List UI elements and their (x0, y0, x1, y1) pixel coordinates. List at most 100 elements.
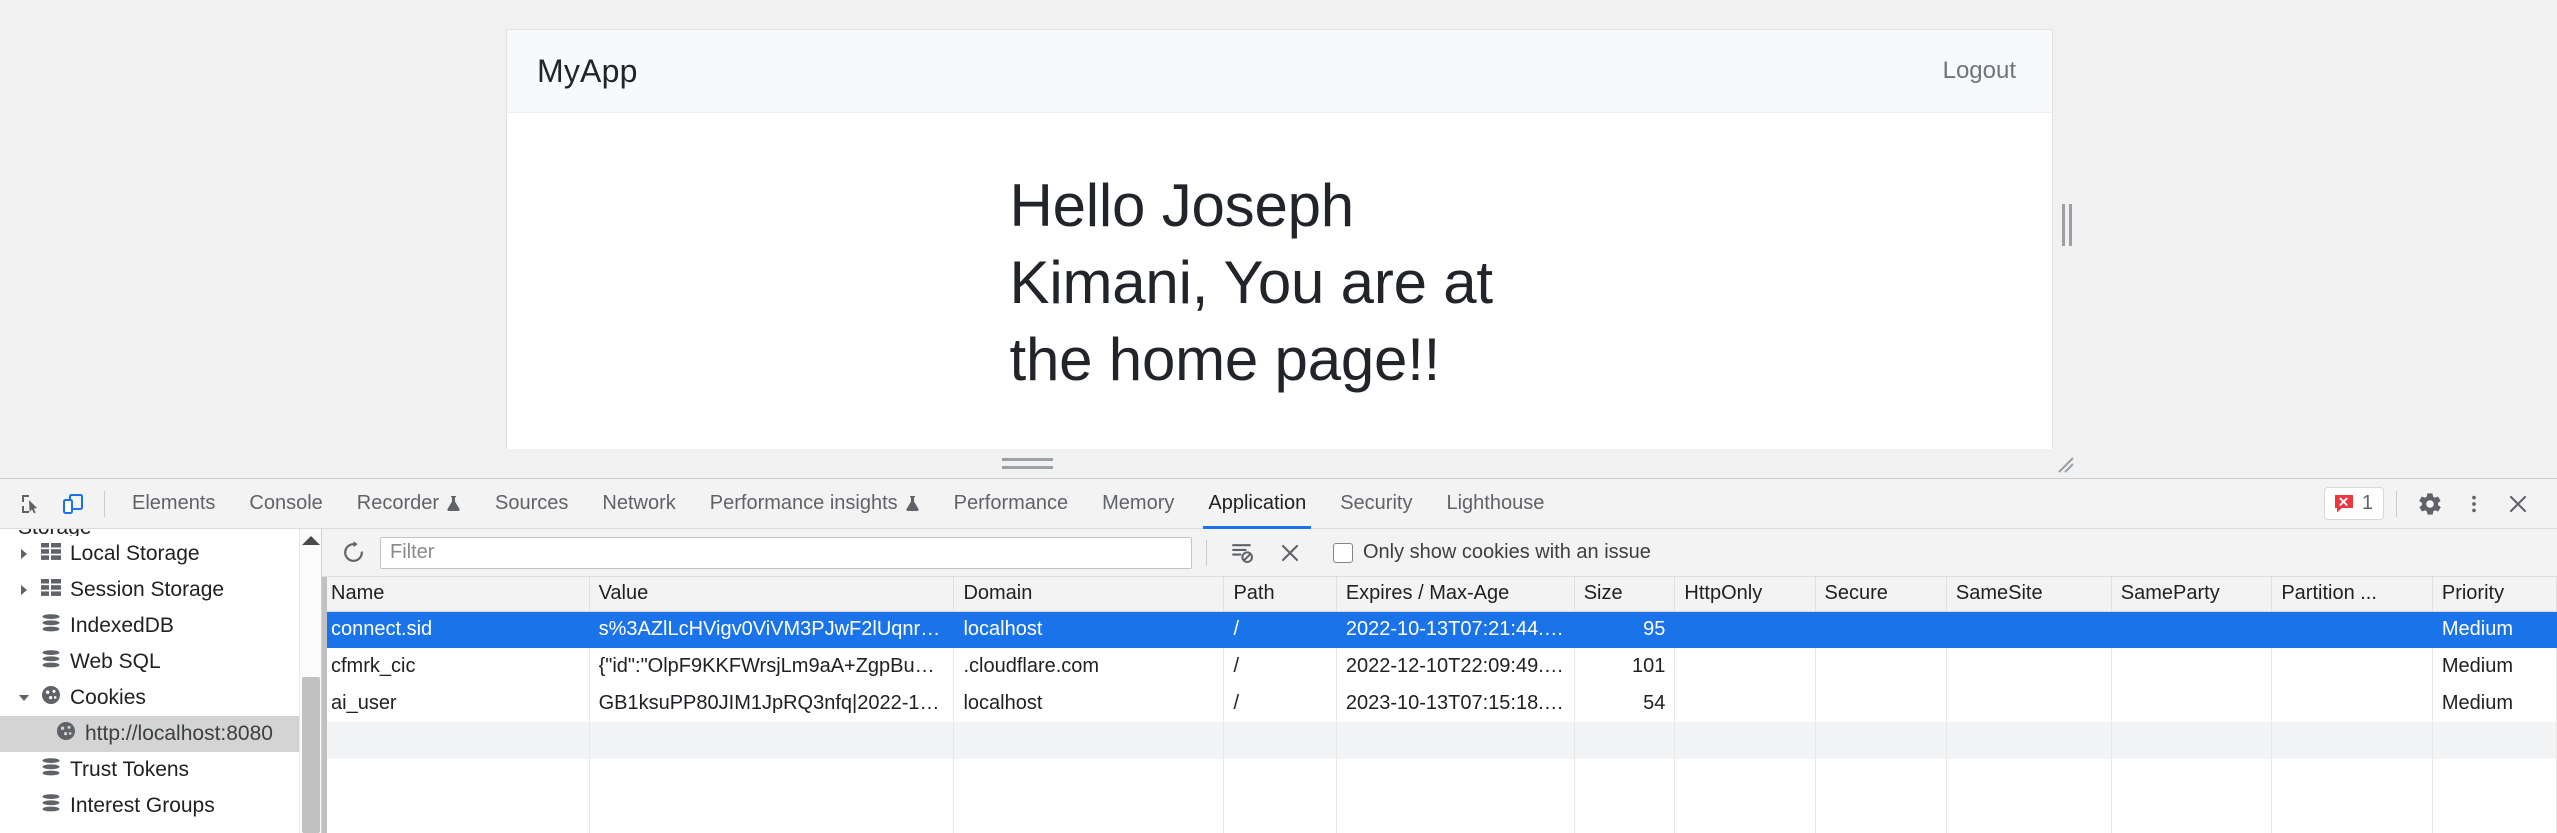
settings-button[interactable] (2409, 484, 2451, 524)
cookies-toolbar: Only show cookies with an issue (322, 529, 2557, 577)
cell-partition (2271, 611, 2433, 648)
tab-security[interactable]: Security (1323, 479, 1429, 529)
column-header-domain[interactable]: Domain (953, 577, 1225, 612)
column-header-size[interactable]: Size (1574, 577, 1676, 612)
device-toolbar-toggle-button[interactable] (52, 484, 94, 524)
cell-partition (2271, 685, 2433, 722)
sidebar-item-cookie-origin[interactable]: http://localhost:8080 (0, 716, 321, 752)
error-count-badge[interactable]: 1 (2323, 487, 2384, 520)
device-toolbar-icon (63, 493, 83, 514)
inspect-element-button[interactable] (10, 484, 52, 524)
column-header-secure[interactable]: Secure (1815, 577, 1947, 612)
cell-value: {"id":"OlpF9KKFWrsjLm9aA+ZgpBucigz2... (589, 648, 955, 685)
page-heading: Hello Joseph Kimani, You are at the home… (1009, 172, 1494, 393)
database-icon (41, 650, 61, 674)
toolbar-divider (104, 490, 105, 517)
column-header-samesite[interactable]: SameSite (1946, 577, 2112, 612)
column-header-path[interactable]: Path (1223, 577, 1337, 612)
tab-label: Memory (1102, 492, 1175, 514)
column-header-httponly[interactable]: HttpOnly (1674, 577, 1816, 612)
cell-secure (1815, 648, 1947, 685)
chevron-right-icon[interactable] (16, 582, 32, 598)
only-issues-checkbox-row[interactable]: Only show cookies with an issue (1333, 541, 1651, 564)
tab-performance[interactable]: Performance (937, 479, 1086, 529)
toolbar-divider (1206, 539, 1207, 566)
tab-network[interactable]: Network (585, 479, 692, 529)
cell-domain: localhost (953, 685, 1225, 722)
cell-samesite (1946, 611, 2112, 648)
tab-application[interactable]: Application (1191, 479, 1323, 529)
chevron-down-icon[interactable] (16, 690, 32, 706)
tab-label: Lighthouse (1446, 492, 1545, 514)
sidebar-item-web-sql[interactable]: Web SQL (0, 644, 321, 680)
sidebar-item-local-storage[interactable]: Local Storage (0, 536, 321, 572)
cell-name: connect.sid (322, 611, 590, 648)
close-devtools-button[interactable] (2497, 484, 2539, 524)
cell-secure (1815, 685, 1947, 722)
viewport-height-resize-handle[interactable] (0, 449, 2055, 478)
page-body: Hello Joseph Kimani, You are at the home… (507, 113, 2052, 398)
tab-performance-insights[interactable]: Performance insights (693, 479, 937, 529)
tab-label: Recorder (356, 492, 440, 514)
only-issues-label: Only show cookies with an issue (1363, 541, 1651, 563)
cell-sameparty (2111, 648, 2273, 685)
chevron-right-icon[interactable] (16, 546, 32, 562)
column-header-partition[interactable]: Partition ... (2271, 577, 2433, 612)
column-header-sameparty[interactable]: SameParty (2111, 577, 2273, 612)
scrollbar-thumb[interactable] (302, 677, 320, 833)
clear-list-icon (1231, 544, 1253, 563)
sidebar-item-label: IndexedDB (70, 614, 174, 637)
sidebar-item-trust-tokens[interactable]: Trust Tokens (0, 752, 321, 788)
sidebar-item-session-storage[interactable]: Session Storage (0, 572, 321, 608)
table-scroll-rail[interactable] (322, 577, 327, 833)
clear-all-cookies-button[interactable] (1269, 533, 1311, 573)
tab-label: Performance insights (709, 492, 898, 514)
cell-sameparty (2111, 685, 2273, 722)
sidebar-item-indexeddb[interactable]: IndexedDB (0, 608, 321, 644)
app-brand: MyApp (537, 52, 638, 89)
tab-recorder[interactable]: Recorder (340, 479, 478, 529)
sidebar-item-label: Session Storage (70, 578, 225, 601)
table-row[interactable]: cfmrk_cic {"id":"OlpF9KKFWrsjLm9aA+ZgpBu… (322, 648, 2557, 685)
cell-priority: Medium (2432, 648, 2557, 685)
refresh-button[interactable] (332, 533, 374, 573)
tab-lighthouse[interactable]: Lighthouse (1429, 479, 1561, 529)
sidebar-item-interest-groups[interactable]: Interest Groups (0, 788, 321, 824)
column-header-priority[interactable]: Priority (2432, 577, 2557, 612)
tab-sources[interactable]: Sources (478, 479, 585, 529)
table-row[interactable]: ai_user GB1ksuPP80JIM1JpRQ3nfq|2022-10-1… (322, 685, 2557, 722)
column-header-name[interactable]: Name (322, 577, 590, 612)
cell-path: / (1223, 648, 1337, 685)
sidebar-item-cookies[interactable]: Cookies (0, 680, 321, 716)
cell-domain: localhost (953, 611, 1225, 648)
tab-label: Elements (132, 492, 216, 514)
filter-input[interactable] (380, 536, 1192, 569)
emulated-page-frame: MyApp Logout Hello Joseph Kimani, You ar… (507, 30, 2052, 449)
tab-label: Security (1340, 492, 1413, 514)
viewport-width-resize-handle[interactable] (2055, 0, 2079, 449)
sidebar-scrollbar[interactable] (299, 529, 321, 833)
inspect-cursor-icon (22, 494, 37, 513)
logout-link[interactable]: Logout (1937, 53, 2022, 89)
sidebar-item-label: http://localhost:8080 (85, 722, 273, 745)
column-header-expires[interactable]: Expires / Max-Age (1336, 577, 1575, 612)
table-icon (41, 542, 61, 566)
sidebar-item-label: Web SQL (70, 650, 161, 673)
tab-elements[interactable]: Elements (115, 479, 232, 529)
cell-httponly (1674, 611, 1816, 648)
column-header-value[interactable]: Value (589, 577, 955, 612)
only-issues-checkbox[interactable] (1333, 542, 1353, 563)
scroll-up-arrow-icon[interactable] (301, 536, 320, 545)
tab-console[interactable]: Console (232, 479, 339, 529)
cell-httponly (1674, 648, 1816, 685)
table-row[interactable]: connect.sid s%3AZlLcHVigv0ViVM3PJwF2lUqn… (322, 611, 2557, 648)
close-icon (1281, 544, 1299, 561)
tab-label: Application (1208, 492, 1307, 514)
devtools-panel: Elements Console Recorder Sources Networ… (0, 478, 2557, 833)
cell-size: 95 (1574, 611, 1676, 648)
clear-filtered-cookies-button[interactable] (1221, 533, 1263, 573)
more-options-button[interactable] (2453, 484, 2495, 524)
cookie-icon (56, 721, 76, 747)
tab-memory[interactable]: Memory (1085, 479, 1191, 529)
viewport-corner-resize-grip[interactable] (2055, 449, 2079, 478)
